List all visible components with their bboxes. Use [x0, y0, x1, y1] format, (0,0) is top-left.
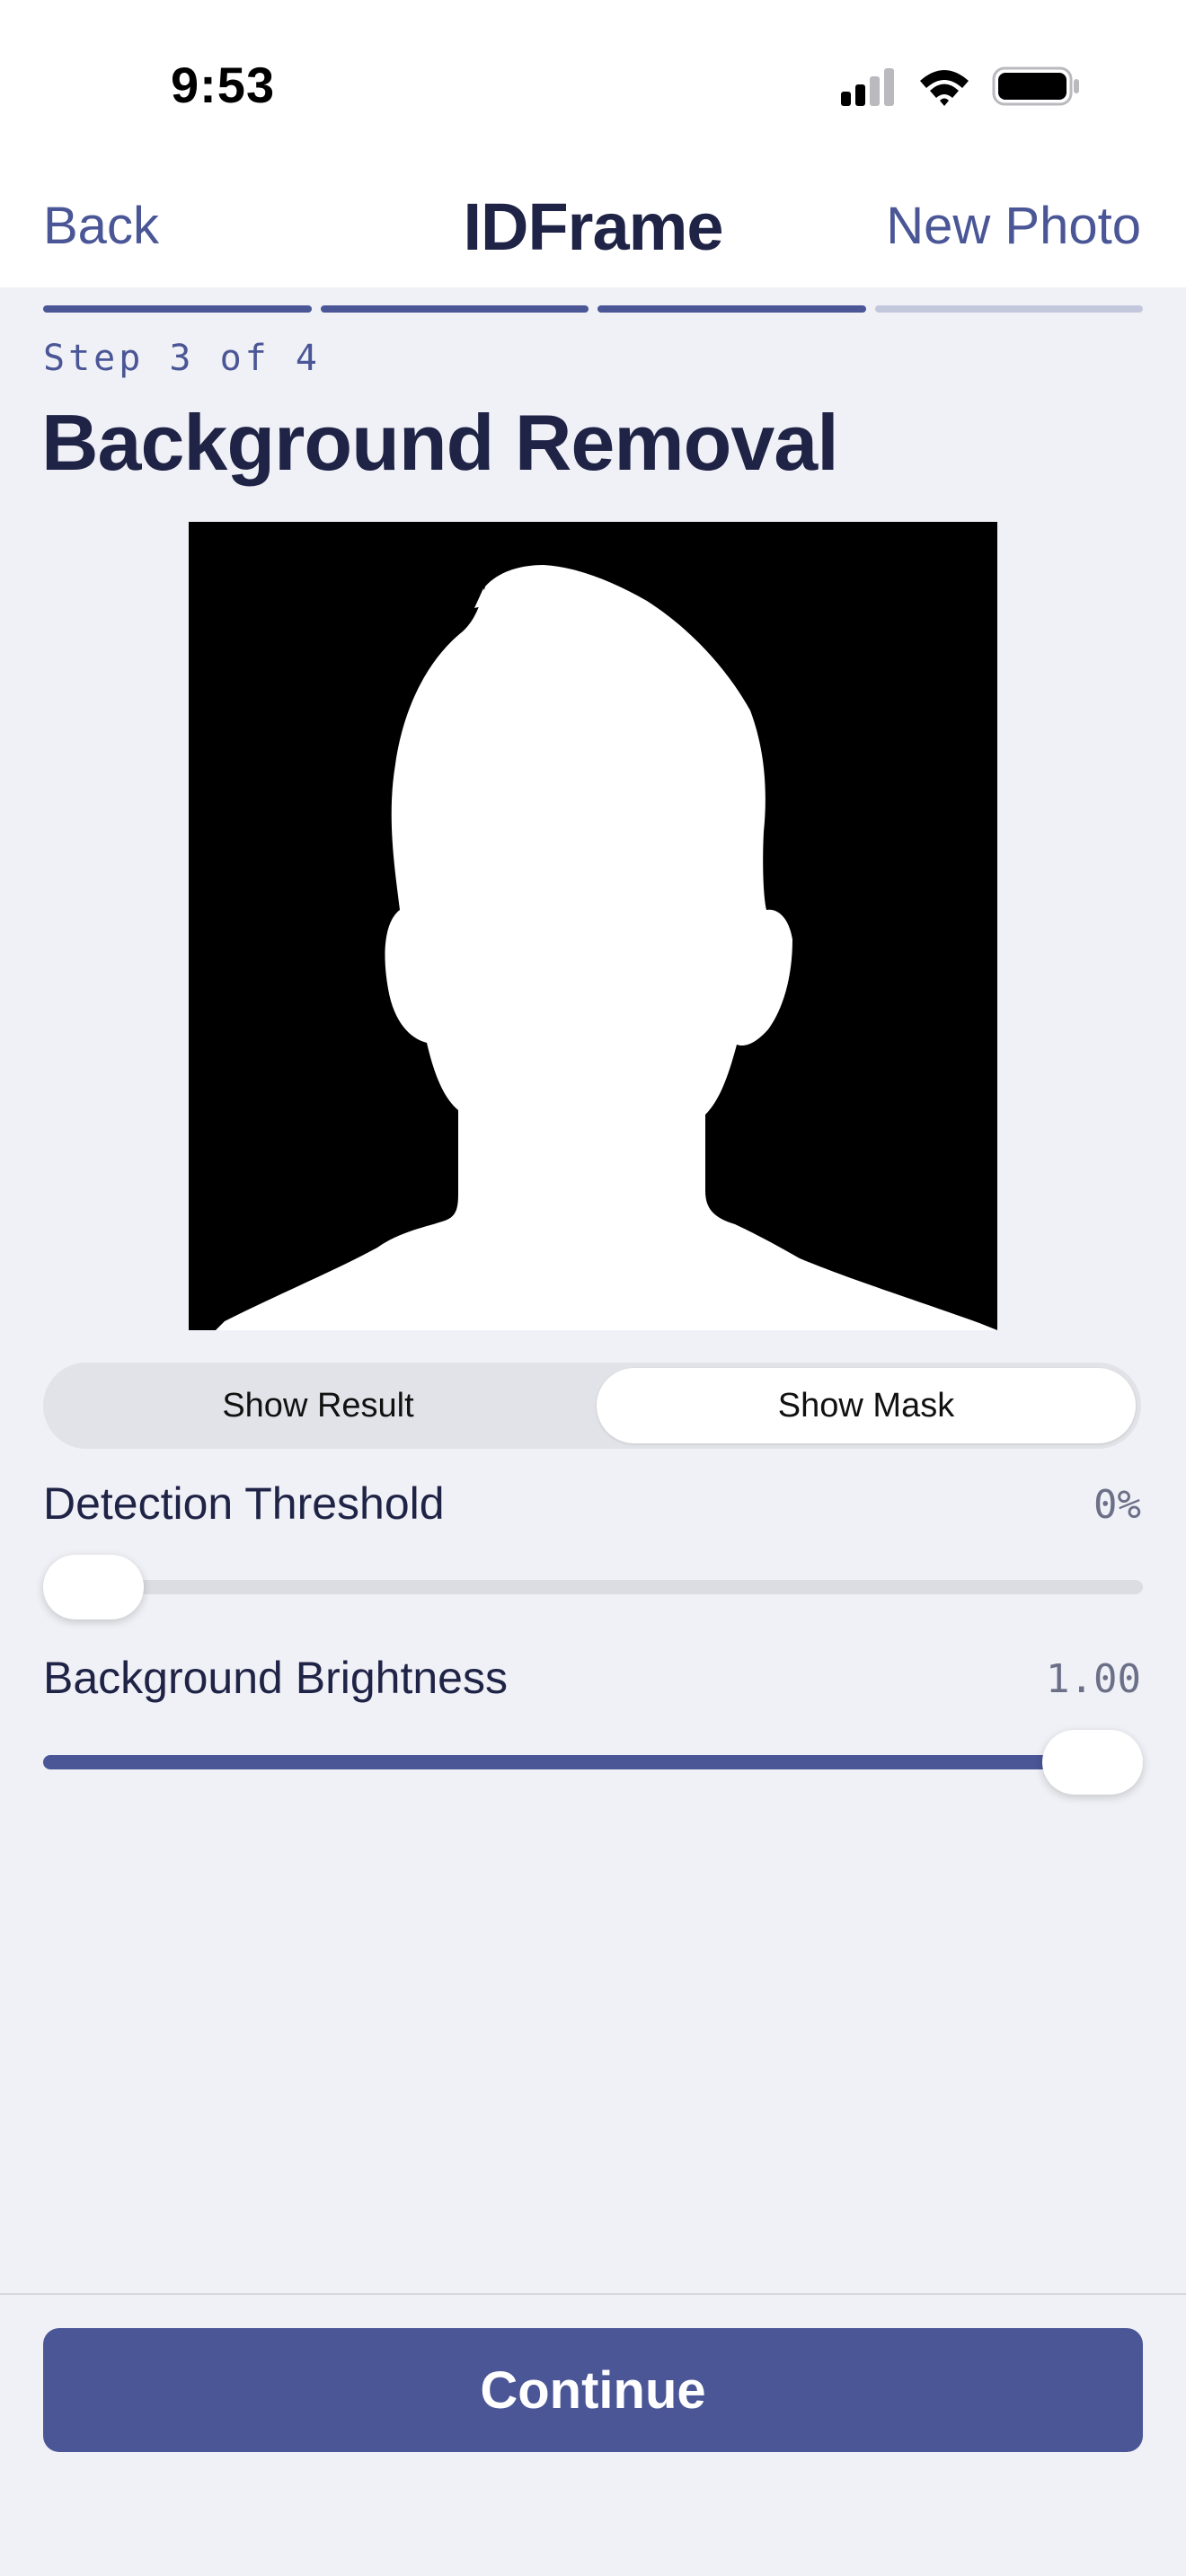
brightness-slider-fill	[43, 1755, 1143, 1769]
mask-preview-image	[189, 522, 997, 1330]
status-icons	[836, 61, 1087, 111]
continue-button[interactable]: Continue	[43, 2328, 1143, 2452]
wifi-icon	[920, 70, 969, 106]
battery-icon	[992, 66, 1079, 106]
show-mask-option[interactable]: Show Mask	[597, 1368, 1136, 1443]
view-toggle: Show Result Show Mask	[43, 1363, 1141, 1449]
brightness-slider-thumb[interactable]	[1042, 1730, 1143, 1795]
progress-segment	[597, 305, 866, 313]
page-title: Background Removal	[41, 398, 839, 487]
brightness-label: Background Brightness	[43, 1653, 508, 1703]
brightness-slider[interactable]	[43, 1730, 1143, 1795]
bottom-divider	[0, 2293, 1186, 2295]
person-silhouette-mask	[216, 565, 997, 1330]
status-time: 9:53	[171, 57, 276, 113]
progress-segment	[320, 305, 589, 313]
new-photo-button[interactable]: New Photo	[886, 196, 1141, 256]
step-label: Step 3 of 4	[43, 338, 321, 379]
progress-segment	[874, 305, 1143, 313]
progress-segment	[43, 305, 312, 313]
threshold-label: Detection Threshold	[43, 1478, 445, 1529]
cellular-signal-icon	[841, 68, 894, 106]
brightness-value: 1.00	[1046, 1656, 1141, 1702]
status-bar: 9:53	[0, 0, 1186, 171]
show-result-option[interactable]: Show Result	[49, 1368, 588, 1443]
navigation-bar: Back IDFrame New Photo	[0, 171, 1186, 287]
threshold-slider[interactable]	[43, 1555, 1143, 1619]
threshold-value: 0%	[1093, 1482, 1141, 1528]
step-progress	[43, 305, 1143, 313]
threshold-slider-thumb[interactable]	[43, 1555, 144, 1619]
